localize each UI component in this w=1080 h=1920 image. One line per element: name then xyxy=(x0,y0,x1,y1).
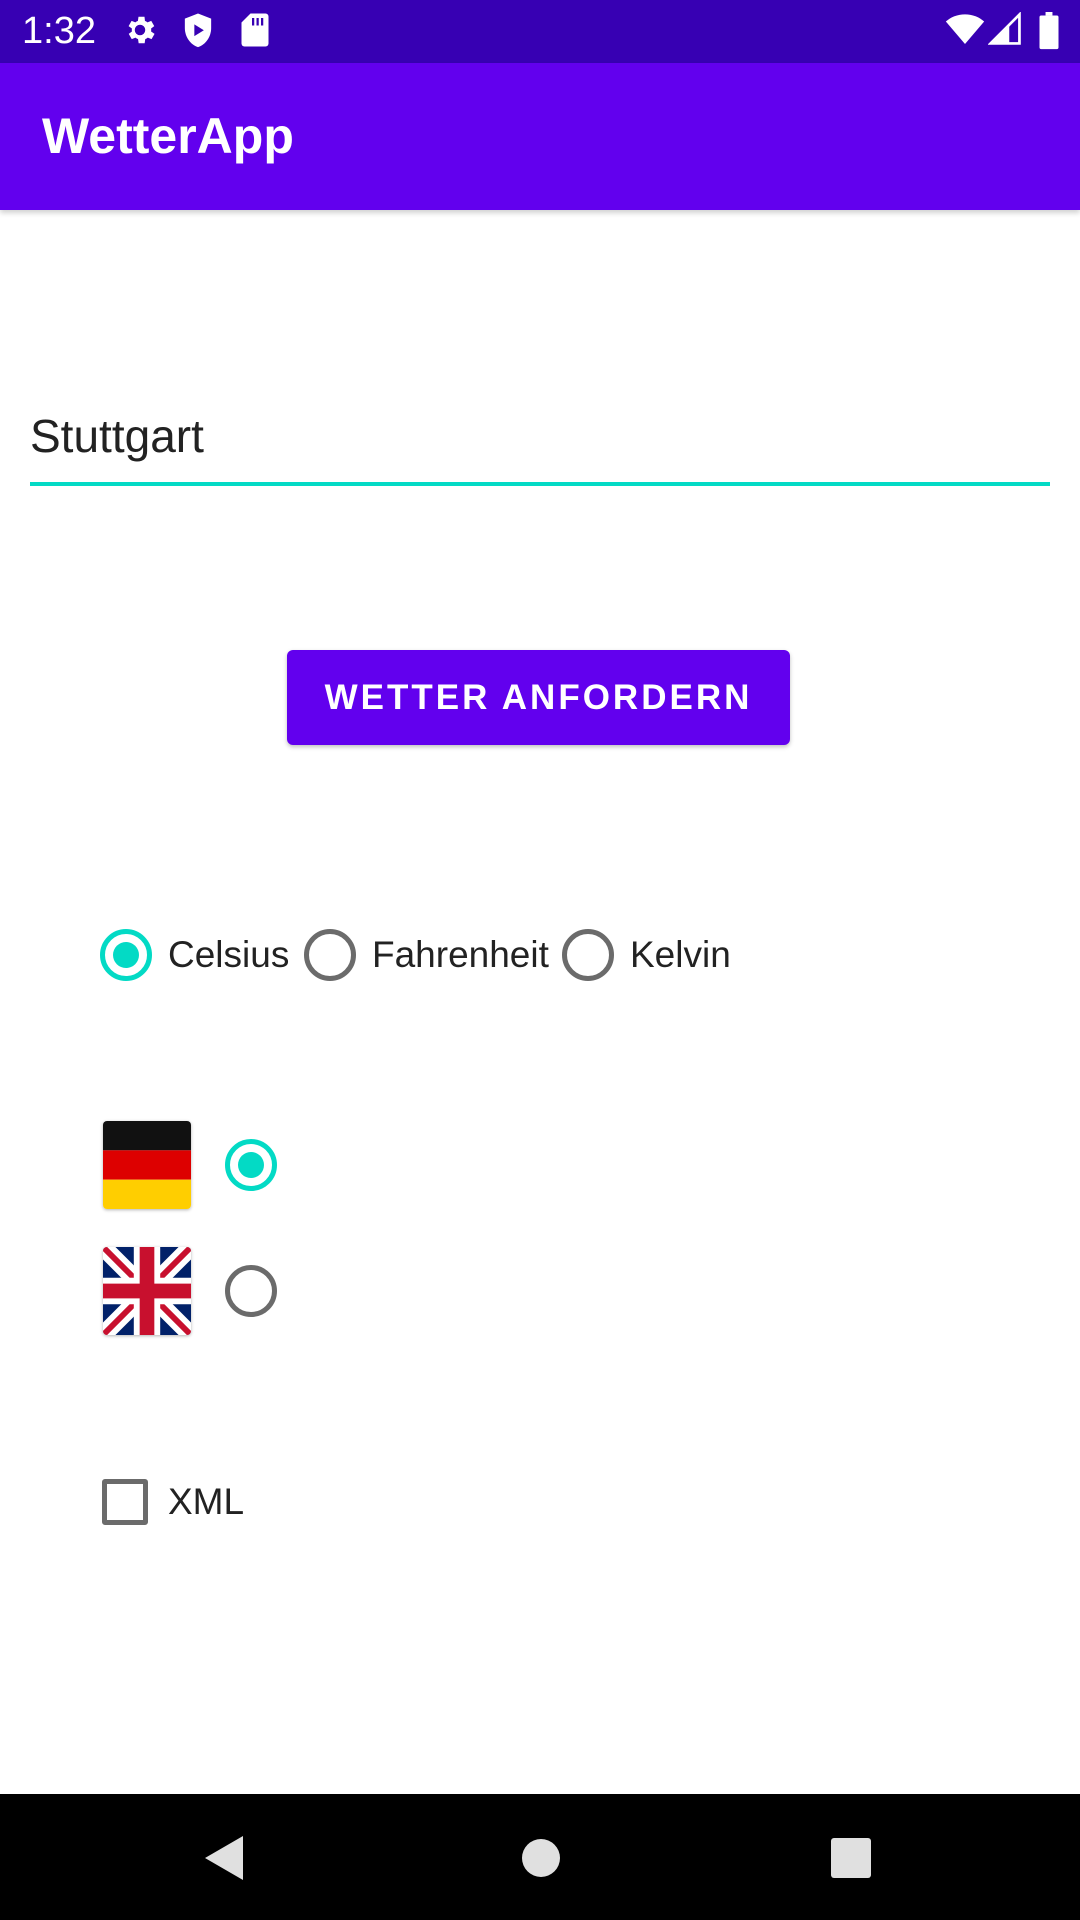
sd-card-icon xyxy=(240,12,270,53)
city-input[interactable] xyxy=(30,404,1050,486)
app-bar: WetterApp xyxy=(0,63,1080,210)
status-bar: 1:32 xyxy=(0,0,1080,63)
uk-flag-icon xyxy=(103,1247,191,1335)
radio-button-celsius[interactable] xyxy=(100,929,152,981)
radio-button-english[interactable] xyxy=(225,1265,277,1317)
signal-icon xyxy=(987,11,1022,51)
radio-button-kelvin[interactable] xyxy=(562,929,614,981)
radio-label-celsius: Celsius xyxy=(168,934,290,975)
xml-checkbox-label: XML xyxy=(168,1481,245,1522)
xml-checkbox[interactable] xyxy=(102,1479,148,1525)
shield-icon xyxy=(180,12,216,55)
germany-flag-icon xyxy=(103,1121,191,1209)
recents-icon[interactable] xyxy=(831,1838,871,1883)
app-title: WetterApp xyxy=(42,108,294,164)
radio-button-german[interactable] xyxy=(225,1139,277,1191)
battery-icon xyxy=(1038,12,1060,55)
home-icon[interactable] xyxy=(521,1838,561,1883)
radio-label-kelvin: Kelvin xyxy=(630,934,731,975)
radio-label-fahrenheit: Fahrenheit xyxy=(372,934,549,975)
screen: 1:32 WetterApp WETTER ANFORDERN Celsius xyxy=(0,0,1080,1920)
back-icon[interactable] xyxy=(203,1834,245,1887)
status-time: 1:32 xyxy=(22,10,96,52)
gear-icon xyxy=(122,12,158,53)
request-weather-button[interactable]: WETTER ANFORDERN xyxy=(287,650,790,745)
wifi-icon xyxy=(945,12,985,51)
radio-button-fahrenheit[interactable] xyxy=(304,929,356,981)
nav-bar xyxy=(0,1794,1080,1920)
